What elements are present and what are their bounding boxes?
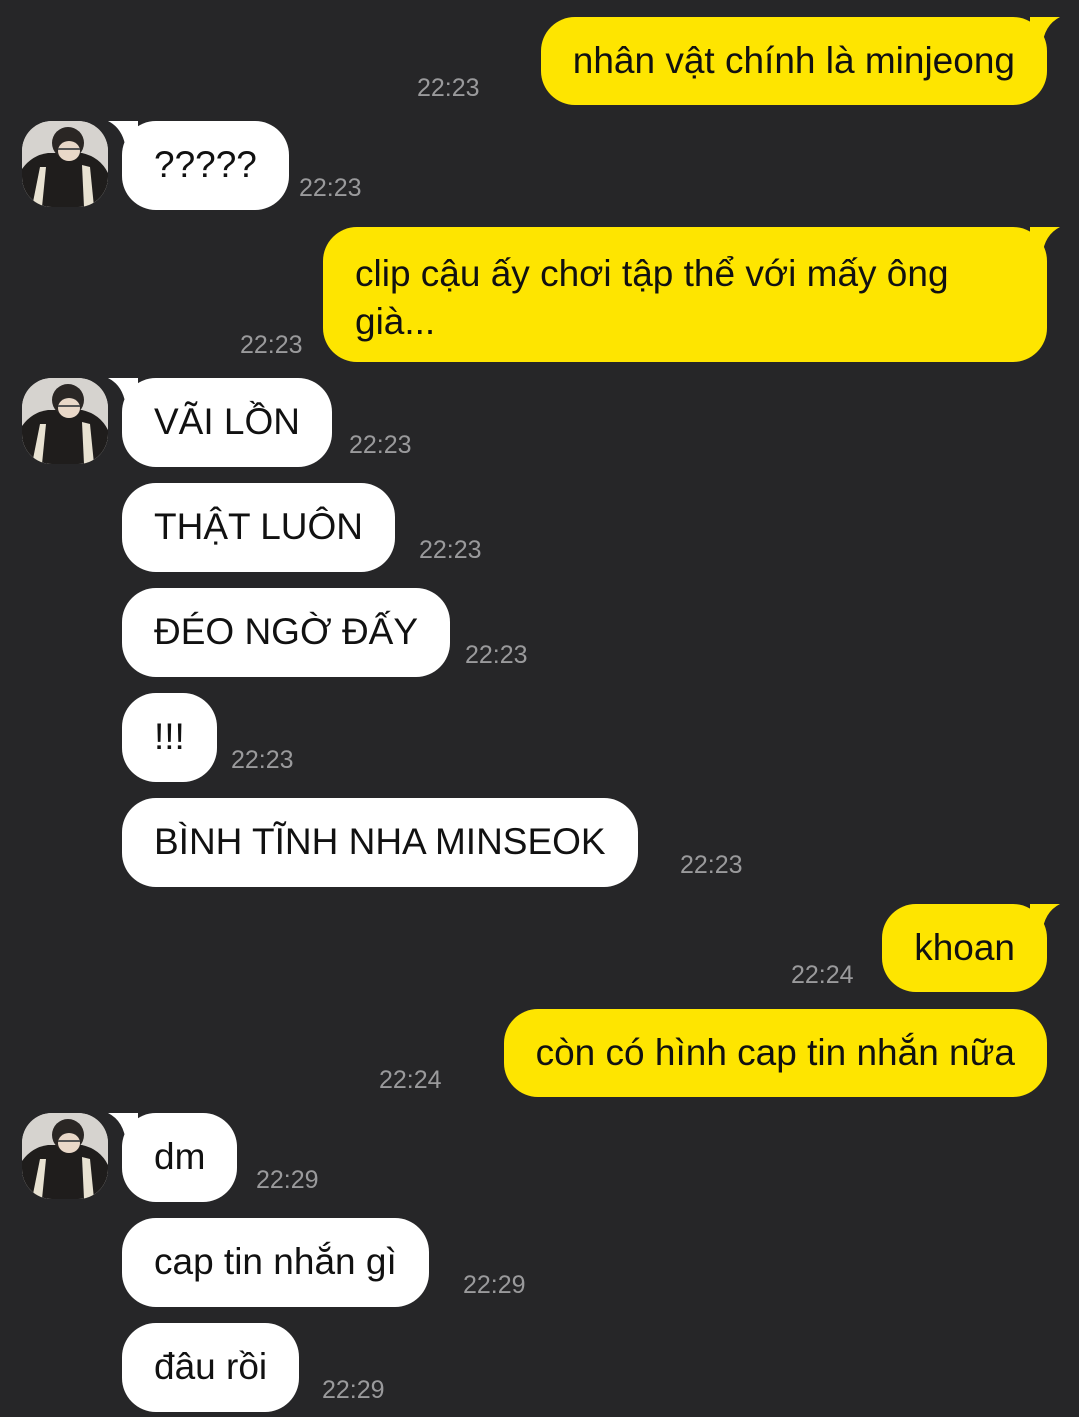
message-timestamp: 22:24 bbox=[379, 1066, 442, 1094]
message-timestamp: 22:29 bbox=[322, 1376, 385, 1404]
message-timestamp: 22:23 bbox=[417, 74, 480, 102]
incoming-message[interactable]: VÃI LỒN bbox=[122, 378, 332, 467]
message-timestamp: 22:23 bbox=[465, 641, 528, 669]
message-timestamp: 22:29 bbox=[256, 1166, 319, 1194]
message-timestamp: 22:23 bbox=[349, 431, 412, 459]
outgoing-message[interactable]: khoan bbox=[882, 904, 1047, 992]
message-timestamp: 22:24 bbox=[791, 961, 854, 989]
incoming-message[interactable]: ĐÉO NGỜ ĐẤY bbox=[122, 588, 451, 677]
message-timestamp: 22:23 bbox=[680, 851, 743, 879]
outgoing-message[interactable]: còn có hình cap tin nhắn nữa bbox=[503, 1009, 1047, 1097]
outgoing-message[interactable]: clip cậu ấy chơi tập thể với mấy ông già… bbox=[323, 227, 1047, 362]
contact-avatar[interactable] bbox=[22, 1113, 108, 1199]
message-timestamp: 22:29 bbox=[463, 1271, 526, 1299]
incoming-message[interactable]: ????? bbox=[122, 121, 289, 210]
avatar-photo-icon bbox=[22, 121, 108, 207]
chat-thread[interactable]: nhân vật chính là minjeong 22:23 ????? 2… bbox=[0, 0, 1079, 1417]
incoming-message[interactable]: cap tin nhắn gì bbox=[122, 1218, 429, 1307]
incoming-message[interactable]: THẬT LUÔN bbox=[122, 483, 396, 572]
incoming-message[interactable]: đâu rồi bbox=[122, 1323, 300, 1412]
message-timestamp: 22:23 bbox=[231, 746, 294, 774]
contact-avatar[interactable] bbox=[22, 378, 108, 464]
message-timestamp: 22:23 bbox=[299, 174, 362, 202]
message-timestamp: 22:23 bbox=[240, 331, 303, 359]
incoming-message[interactable]: dm bbox=[122, 1113, 238, 1202]
avatar-photo-icon bbox=[22, 378, 108, 464]
incoming-message[interactable]: !!! bbox=[122, 693, 217, 782]
outgoing-message[interactable]: nhân vật chính là minjeong bbox=[540, 17, 1047, 105]
message-timestamp: 22:23 bbox=[419, 536, 482, 564]
contact-avatar[interactable] bbox=[22, 121, 108, 207]
avatar-photo-icon bbox=[22, 1113, 108, 1199]
incoming-message[interactable]: BÌNH TĨNH NHA MINSEOK bbox=[122, 798, 638, 887]
